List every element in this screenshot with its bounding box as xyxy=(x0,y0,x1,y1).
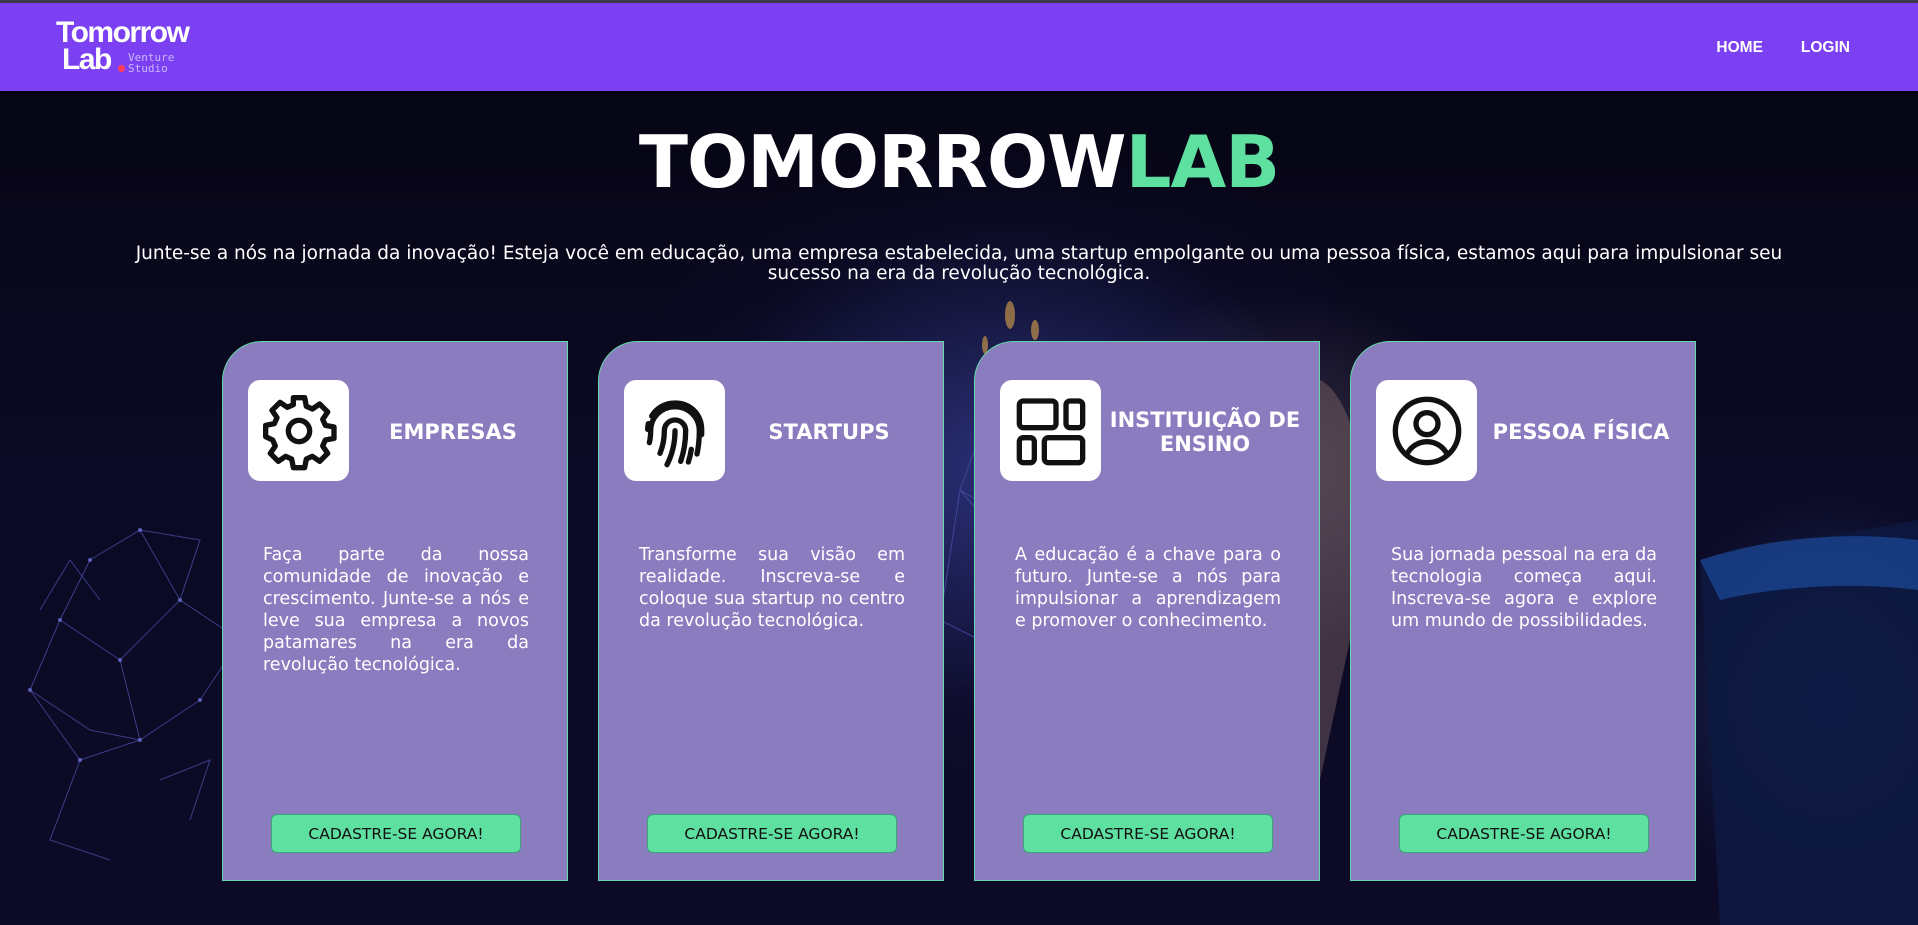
card-pessoa-fisica: PESSOA FÍSICA Sua jornada pessoal na era… xyxy=(1350,341,1696,881)
card-description: A educação é a chave para o futuro. Junt… xyxy=(1015,545,1281,631)
hero-description: Junte-se a nós na jornada da inovação! E… xyxy=(135,243,1783,284)
nav-login-link[interactable]: LOGIN xyxy=(1801,39,1850,57)
logo-subtitle-line2: Studio xyxy=(128,62,168,75)
card-description: Transforme sua visão em realidade. Inscr… xyxy=(639,545,905,631)
card-empresas: EMPRESAS Faça parte da nossa comunidade … xyxy=(222,341,568,881)
nav-home-link[interactable]: HOME xyxy=(1716,39,1763,57)
card-title: PESSOA FÍSICA xyxy=(1492,420,1670,444)
card-description: Sua jornada pessoal na era da tecnologia… xyxy=(1391,545,1657,631)
signup-button-empresas[interactable]: CADASTRE-SE AGORA! xyxy=(271,814,521,853)
card-startups: STARTUPS Transforme sua visão em realida… xyxy=(598,341,944,881)
card-title: EMPRESAS xyxy=(389,420,517,444)
logo[interactable]: Tomorrow Lab Venture Studio xyxy=(56,18,216,79)
card-description: Faça parte da nossa comunidade de inovaç… xyxy=(263,545,529,675)
signup-button-pessoa-fisica[interactable]: CADASTRE-SE AGORA! xyxy=(1399,814,1649,853)
hero-title-part1: TOMORROW xyxy=(638,120,1127,204)
fingerprint-icon xyxy=(624,380,725,481)
card-instituicao-de-ensino: INSTITUIÇÃO DE ENSINO A educação é a cha… xyxy=(974,341,1320,881)
logo-text-line2: Lab xyxy=(62,43,112,76)
top-navbar: Tomorrow Lab Venture Studio HOME LOGIN xyxy=(0,0,1918,91)
user-circle-icon xyxy=(1376,380,1477,481)
signup-button-startups[interactable]: CADASTRE-SE AGORA! xyxy=(647,814,897,853)
main-nav: HOME LOGIN xyxy=(1678,39,1850,57)
logo-dot xyxy=(118,65,125,72)
signup-button-instituicao[interactable]: CADASTRE-SE AGORA! xyxy=(1023,814,1273,853)
gear-icon xyxy=(248,380,349,481)
hero-title: TOMORROWLAB xyxy=(0,120,1918,204)
card-title: STARTUPS xyxy=(768,420,890,444)
logo-subtitle: Venture Studio xyxy=(128,52,174,74)
card-title: INSTITUIÇÃO DE ENSINO xyxy=(1109,408,1301,456)
hero-title-part2: LAB xyxy=(1125,120,1280,204)
layout-icon xyxy=(1000,380,1101,481)
